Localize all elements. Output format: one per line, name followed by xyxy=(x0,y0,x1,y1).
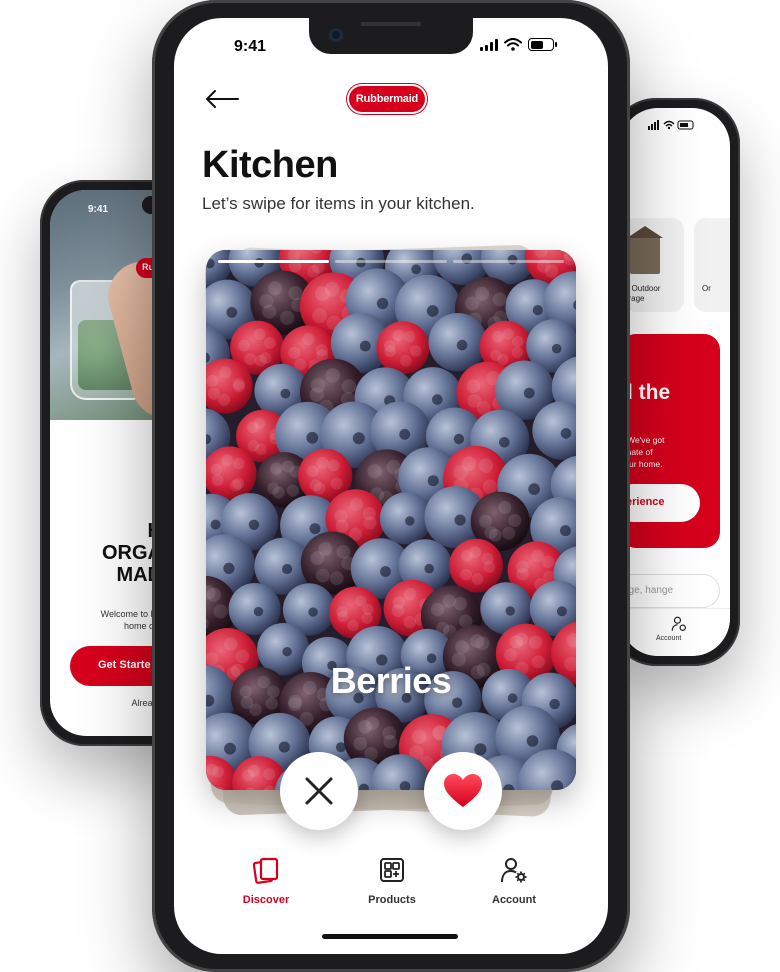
account-settings-icon[interactable] xyxy=(670,615,688,633)
tab-label: Products xyxy=(368,894,416,906)
bottom-tab-bar: Discover Products Account xyxy=(174,856,608,916)
tab-products[interactable]: Products xyxy=(342,856,442,916)
status-time: 9:41 xyxy=(234,38,267,55)
category-card-label: & Outdoor orage xyxy=(624,284,661,303)
shed-icon xyxy=(627,226,663,274)
close-icon xyxy=(305,777,333,805)
right-phone-screen: y & Outdoor orage Or t d the ? We've got… xyxy=(620,108,730,656)
battery-icon xyxy=(528,38,557,51)
main-phone-screen: 9:41 Rubbermaid Kitchen Let’s swipe for … xyxy=(174,18,608,954)
tab-label: Account xyxy=(492,894,536,906)
progress-segment xyxy=(218,260,330,263)
left-status-time: 9:41 xyxy=(88,204,109,215)
tab-discover[interactable]: Discover xyxy=(216,856,316,916)
left-welcome-text: Welcome to Ru home org xyxy=(100,609,162,631)
category-card-outdoor[interactable]: & Outdoor orage xyxy=(624,218,684,312)
left-headline: H ORGA MAD xyxy=(102,520,162,586)
back-button[interactable] xyxy=(204,88,240,110)
right-status-icons xyxy=(648,120,696,132)
category-card-label: Or xyxy=(702,284,711,293)
speaker-grille xyxy=(361,22,421,26)
grid-icon xyxy=(380,858,404,882)
status-icons xyxy=(480,38,557,51)
reject-button[interactable] xyxy=(280,752,358,830)
like-button[interactable] xyxy=(424,752,502,830)
search-input[interactable]: nge, hange xyxy=(620,574,720,608)
arrow-left-icon xyxy=(206,90,239,108)
already-account-text[interactable]: Already xyxy=(50,698,162,708)
promo-banner: t d the ? We've got timate of your home.… xyxy=(620,334,720,548)
camera-icon xyxy=(329,28,343,42)
nav-account-label: Account xyxy=(656,635,682,642)
tab-label: Discover xyxy=(242,894,290,906)
swipe-card[interactable]: Berries xyxy=(206,250,576,790)
category-card-organization[interactable]: Or xyxy=(694,218,730,312)
progress-segment xyxy=(452,260,564,263)
signal-icon xyxy=(480,38,498,51)
promo-experience-button[interactable]: erience xyxy=(620,484,700,522)
heart-icon xyxy=(444,774,482,807)
phone-notch xyxy=(309,18,473,54)
berries-image xyxy=(206,250,576,790)
status-icons xyxy=(648,120,694,130)
wifi-icon xyxy=(504,38,522,51)
card-progress xyxy=(218,260,564,263)
progress-segment xyxy=(335,260,447,263)
brand-logo: Rubbermaid xyxy=(349,86,425,112)
right-bottom-nav: Account xyxy=(620,608,730,656)
card-label: Berries xyxy=(330,660,452,701)
main-phone-mockup: 9:41 Rubbermaid Kitchen Let’s swipe for … xyxy=(152,0,630,972)
tab-account[interactable]: Account xyxy=(464,856,564,916)
home-indicator[interactable] xyxy=(322,934,458,939)
cards-icon xyxy=(252,857,279,884)
page-subtitle: Let’s swipe for items in your kitchen. xyxy=(202,194,475,213)
page-title: Kitchen xyxy=(202,144,338,186)
account-settings-icon xyxy=(501,858,527,883)
